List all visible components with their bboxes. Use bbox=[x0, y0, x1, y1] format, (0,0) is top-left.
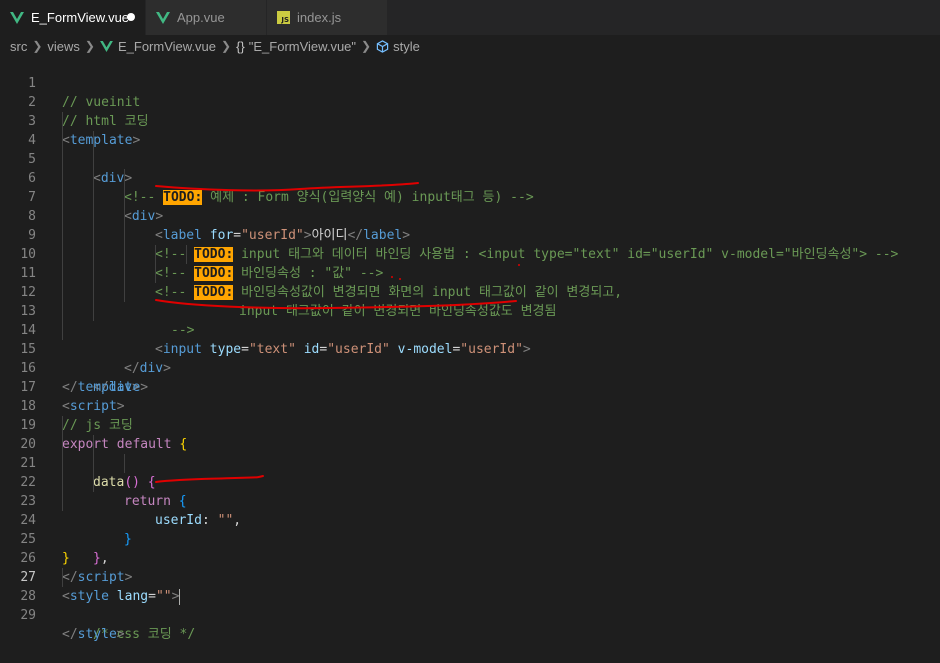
code-line: 11 input 태그값이 같이 변경되면 바인딩속성값도 변경됨 bbox=[0, 245, 940, 319]
chevron-right-icon: ❯ bbox=[361, 39, 372, 53]
code-line: 17 <script> bbox=[0, 359, 940, 414]
code-line: 29 </style> bbox=[0, 587, 940, 642]
breadcrumb: src ❯ views ❯ E_FormView.vue ❯ {} "E_For… bbox=[0, 35, 940, 57]
code-editor[interactable]: 1 // vueinit 2 // html 코딩 3 <template> 4… bbox=[0, 55, 940, 642]
style-symbol-icon bbox=[376, 39, 389, 53]
code-line: 22 userId: "", bbox=[0, 454, 940, 528]
chevron-right-icon: ❯ bbox=[84, 39, 95, 53]
editor-tab-bar: E_FormView.vue App.vue JS index.js bbox=[0, 0, 940, 35]
code-line: 24 }, bbox=[0, 492, 940, 566]
breadcrumb-item-style[interactable]: style bbox=[393, 39, 420, 54]
code-line: 25 } bbox=[0, 511, 940, 566]
code-line: 26 </script> bbox=[0, 530, 940, 585]
code-line: 16 </template> bbox=[0, 340, 940, 395]
js-icon: JS bbox=[277, 11, 290, 24]
tab-label: E_FormView.vue bbox=[31, 10, 130, 25]
breadcrumb-item-src[interactable]: src bbox=[10, 39, 27, 54]
code-line-current: 27 <style lang=""> bbox=[0, 549, 940, 605]
code-line: 3 <template> bbox=[0, 93, 940, 148]
code-line: 23 } bbox=[0, 473, 940, 547]
code-line: 21 return { bbox=[0, 435, 940, 509]
module-braces-icon: {} bbox=[236, 38, 245, 54]
code-line: 1 // vueinit bbox=[0, 55, 940, 110]
code-line: 10 <!-- TODO: 바인딩속성값이 변경되면 화면의 input 태그값… bbox=[0, 226, 940, 300]
vue-icon bbox=[100, 40, 113, 52]
code-line: 9 <!-- TODO: 바인딩속성 : "값" --> bbox=[0, 207, 940, 281]
code-line: 20 data() { bbox=[0, 416, 940, 490]
code-line: 8 <!-- TODO: input 태그와 데이터 바인딩 사용법 : <in… bbox=[0, 188, 940, 262]
breadcrumb-item-views[interactable]: views bbox=[47, 39, 80, 54]
code-line: 15 </div> bbox=[0, 321, 940, 395]
breadcrumb-item-file[interactable]: E_FormView.vue bbox=[118, 39, 216, 54]
vue-icon bbox=[10, 11, 24, 24]
tab-index-js[interactable]: JS index.js bbox=[267, 0, 388, 35]
tab-app-vue[interactable]: App.vue bbox=[146, 0, 267, 35]
code-line: 12 --> bbox=[0, 264, 940, 338]
vue-icon bbox=[156, 11, 170, 24]
code-line: 4 <div> bbox=[0, 112, 940, 186]
breadcrumb-item-module[interactable]: "E_FormView.vue" bbox=[249, 39, 356, 54]
chevron-right-icon: ❯ bbox=[32, 39, 43, 53]
tab-label: index.js bbox=[297, 10, 342, 25]
code-line: 2 // html 코딩 bbox=[0, 74, 940, 129]
chevron-right-icon: ❯ bbox=[221, 39, 232, 53]
tab-label: App.vue bbox=[177, 10, 225, 25]
code-line: 5 <!-- TODO: 예제 : Form 양식(입력양식 예) input태… bbox=[0, 131, 940, 205]
code-line: 14 </div> bbox=[0, 302, 940, 376]
tab-e-formview-vue[interactable]: E_FormView.vue bbox=[0, 0, 146, 35]
code-line: 28 /* css 코딩 */ bbox=[0, 568, 940, 642]
code-line: 7 <label for="userId">아이디</label> bbox=[0, 169, 940, 243]
code-line: 6 <div> bbox=[0, 150, 940, 224]
code-line: 18 // js 코딩 bbox=[0, 378, 940, 433]
code-line: 13 <input type="text" id="userId" v-mode… bbox=[0, 283, 940, 357]
unsaved-dot-icon[interactable] bbox=[127, 13, 135, 21]
code-line: 19 export default { bbox=[0, 397, 940, 452]
